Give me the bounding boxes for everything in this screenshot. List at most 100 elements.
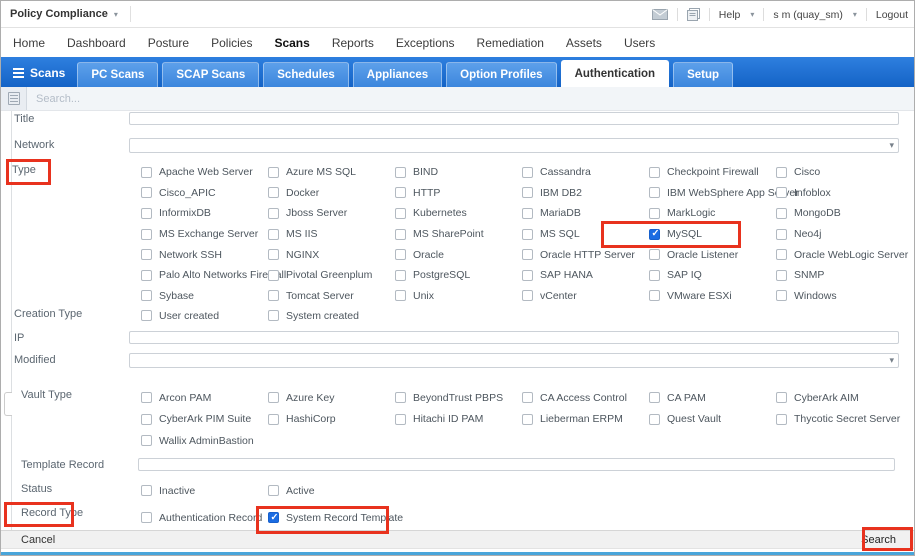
checkbox-checked-icon[interactable] <box>649 228 660 240</box>
checkbox-option-quest-vault[interactable]: Quest Vault <box>637 409 764 431</box>
checkbox-unchecked-icon[interactable] <box>395 290 406 302</box>
checkbox-unchecked-icon[interactable] <box>649 392 660 404</box>
checkbox-unchecked-icon[interactable] <box>141 249 152 261</box>
help-menu[interactable]: Help ▾ <box>719 9 755 21</box>
splitter-handle[interactable] <box>4 392 12 416</box>
cancel-button[interactable]: Cancel <box>21 534 55 546</box>
checkbox-option-hitachi-id-pam[interactable]: Hitachi ID PAM <box>383 409 510 431</box>
checkbox-unchecked-icon[interactable] <box>268 290 279 302</box>
checkbox-option-ms-sharepoint[interactable]: MS SharePoint <box>383 224 510 245</box>
checkbox-unchecked-icon[interactable] <box>776 249 787 261</box>
checkbox-option-nginx[interactable]: NGINX <box>256 244 383 265</box>
checkbox-option-snmp[interactable]: SNMP <box>764 265 891 286</box>
menu-item-assets[interactable]: Assets <box>555 36 613 50</box>
menu-item-scans[interactable]: Scans <box>263 36 320 50</box>
app-switcher[interactable]: Policy Compliance <box>10 8 108 20</box>
checkbox-unchecked-icon[interactable] <box>522 249 533 261</box>
checkbox-option-azure-ms-sql[interactable]: Azure MS SQL <box>256 162 383 183</box>
checkbox-unchecked-icon[interactable] <box>268 166 279 178</box>
checkbox-option-kubernetes[interactable]: Kubernetes <box>383 203 510 224</box>
checkbox-option-jboss-server[interactable]: Jboss Server <box>256 203 383 224</box>
menu-item-remediation[interactable]: Remediation <box>466 36 555 50</box>
checkbox-unchecked-icon[interactable] <box>141 207 152 219</box>
checkbox-option-infoblox[interactable]: Infoblox <box>764 183 891 204</box>
checkbox-option-checkpoint-firewall[interactable]: Checkpoint Firewall <box>637 162 764 183</box>
checkbox-option-arcon-pam[interactable]: Arcon PAM <box>129 387 256 409</box>
tab-setup[interactable]: Setup <box>673 62 734 87</box>
menu-item-policies[interactable]: Policies <box>200 36 263 50</box>
checkbox-unchecked-icon[interactable] <box>395 207 406 219</box>
checkbox-unchecked-icon[interactable] <box>522 290 533 302</box>
checkbox-unchecked-icon[interactable] <box>522 166 533 178</box>
menu-item-reports[interactable]: Reports <box>321 36 385 50</box>
checkbox-unchecked-icon[interactable] <box>395 228 406 240</box>
menu-item-exceptions[interactable]: Exceptions <box>385 36 466 50</box>
checkbox-option-ibm-db2[interactable]: IBM DB2 <box>510 183 637 204</box>
checkbox-unchecked-icon[interactable] <box>522 413 533 425</box>
preview-icon[interactable] <box>686 8 700 21</box>
tab-option-profiles[interactable]: Option Profiles <box>446 62 557 87</box>
title-input[interactable] <box>129 112 899 125</box>
tab-pc-scans[interactable]: PC Scans <box>77 62 159 87</box>
checkbox-unchecked-icon[interactable] <box>522 392 533 404</box>
checkbox-unchecked-icon[interactable] <box>141 485 152 496</box>
menu-item-home[interactable]: Home <box>2 36 56 50</box>
checkbox-unchecked-icon[interactable] <box>395 413 406 425</box>
checkbox-unchecked-icon[interactable] <box>649 249 660 261</box>
checkbox-option-active[interactable]: Active <box>256 480 383 501</box>
mail-icon[interactable] <box>651 9 668 20</box>
checkbox-unchecked-icon[interactable] <box>776 392 787 404</box>
checkbox-option-beyondtrust-pbps[interactable]: BeyondTrust PBPS <box>383 387 510 409</box>
checkbox-option-mysql[interactable]: MySQL <box>637 224 764 245</box>
checkbox-unchecked-icon[interactable] <box>776 207 787 219</box>
checkbox-unchecked-icon[interactable] <box>268 269 279 281</box>
checkbox-unchecked-icon[interactable] <box>268 485 279 496</box>
checkbox-unchecked-icon[interactable] <box>522 207 533 219</box>
checkbox-option-windows[interactable]: Windows <box>764 286 891 307</box>
checkbox-option-oracle[interactable]: Oracle <box>383 244 510 265</box>
checkbox-unchecked-icon[interactable] <box>141 166 152 178</box>
ip-input[interactable] <box>129 331 899 344</box>
checkbox-unchecked-icon[interactable] <box>268 413 279 425</box>
checkbox-option-sap-hana[interactable]: SAP HANA <box>510 265 637 286</box>
checkbox-option-ms-sql[interactable]: MS SQL <box>510 224 637 245</box>
menu-item-dashboard[interactable]: Dashboard <box>56 36 137 50</box>
checkbox-unchecked-icon[interactable] <box>649 207 660 219</box>
template-record-input[interactable] <box>138 458 895 471</box>
checkbox-unchecked-icon[interactable] <box>522 269 533 281</box>
checkbox-option-vmware-esxi[interactable]: VMware ESXi <box>637 286 764 307</box>
checkbox-option-cisco_apic[interactable]: Cisco_APIC <box>129 183 256 204</box>
checkbox-option-sap-iq[interactable]: SAP IQ <box>637 265 764 286</box>
checkbox-unchecked-icon[interactable] <box>395 249 406 261</box>
checkbox-unchecked-icon[interactable] <box>776 413 787 425</box>
checkbox-unchecked-icon[interactable] <box>395 166 406 178</box>
checkbox-option-oracle-http-server[interactable]: Oracle HTTP Server <box>510 244 637 265</box>
checkbox-unchecked-icon[interactable] <box>395 269 406 281</box>
checkbox-unchecked-icon[interactable] <box>141 435 152 447</box>
checkbox-option-ibm-websphere-app-server[interactable]: IBM WebSphere App Server <box>637 183 799 204</box>
checkbox-option-network-ssh[interactable]: Network SSH <box>129 244 256 265</box>
checkbox-unchecked-icon[interactable] <box>649 269 660 281</box>
checkbox-unchecked-icon[interactable] <box>141 392 152 404</box>
checkbox-option-sybase[interactable]: Sybase <box>129 286 256 307</box>
checkbox-option-ca-pam[interactable]: CA PAM <box>637 387 764 409</box>
checkbox-option-palo-alto-networks-firewall[interactable]: Palo Alto Networks Firewall <box>129 265 286 286</box>
checkbox-option-mariadb[interactable]: MariaDB <box>510 203 637 224</box>
checkbox-option-tomcat-server[interactable]: Tomcat Server <box>256 286 383 307</box>
checkbox-unchecked-icon[interactable] <box>141 187 152 199</box>
checkbox-option-authentication-record[interactable]: Authentication Record <box>129 507 262 528</box>
modified-select[interactable]: ▾ <box>129 353 899 368</box>
checkbox-unchecked-icon[interactable] <box>141 310 152 321</box>
checkbox-option-cyberark-aim[interactable]: CyberArk AIM <box>764 387 891 409</box>
checkbox-option-mongodb[interactable]: MongoDB <box>764 203 891 224</box>
checkbox-unchecked-icon[interactable] <box>395 187 406 199</box>
checkbox-option-unix[interactable]: Unix <box>383 286 510 307</box>
checkbox-unchecked-icon[interactable] <box>268 392 279 404</box>
checkbox-option-vcenter[interactable]: vCenter <box>510 286 637 307</box>
checkbox-unchecked-icon[interactable] <box>649 166 660 178</box>
checkbox-unchecked-icon[interactable] <box>776 187 787 199</box>
checkbox-option-neo4j[interactable]: Neo4j <box>764 224 891 245</box>
checkbox-unchecked-icon[interactable] <box>268 310 279 321</box>
search-button[interactable]: Search <box>855 533 902 547</box>
menu-item-posture[interactable]: Posture <box>137 36 200 50</box>
